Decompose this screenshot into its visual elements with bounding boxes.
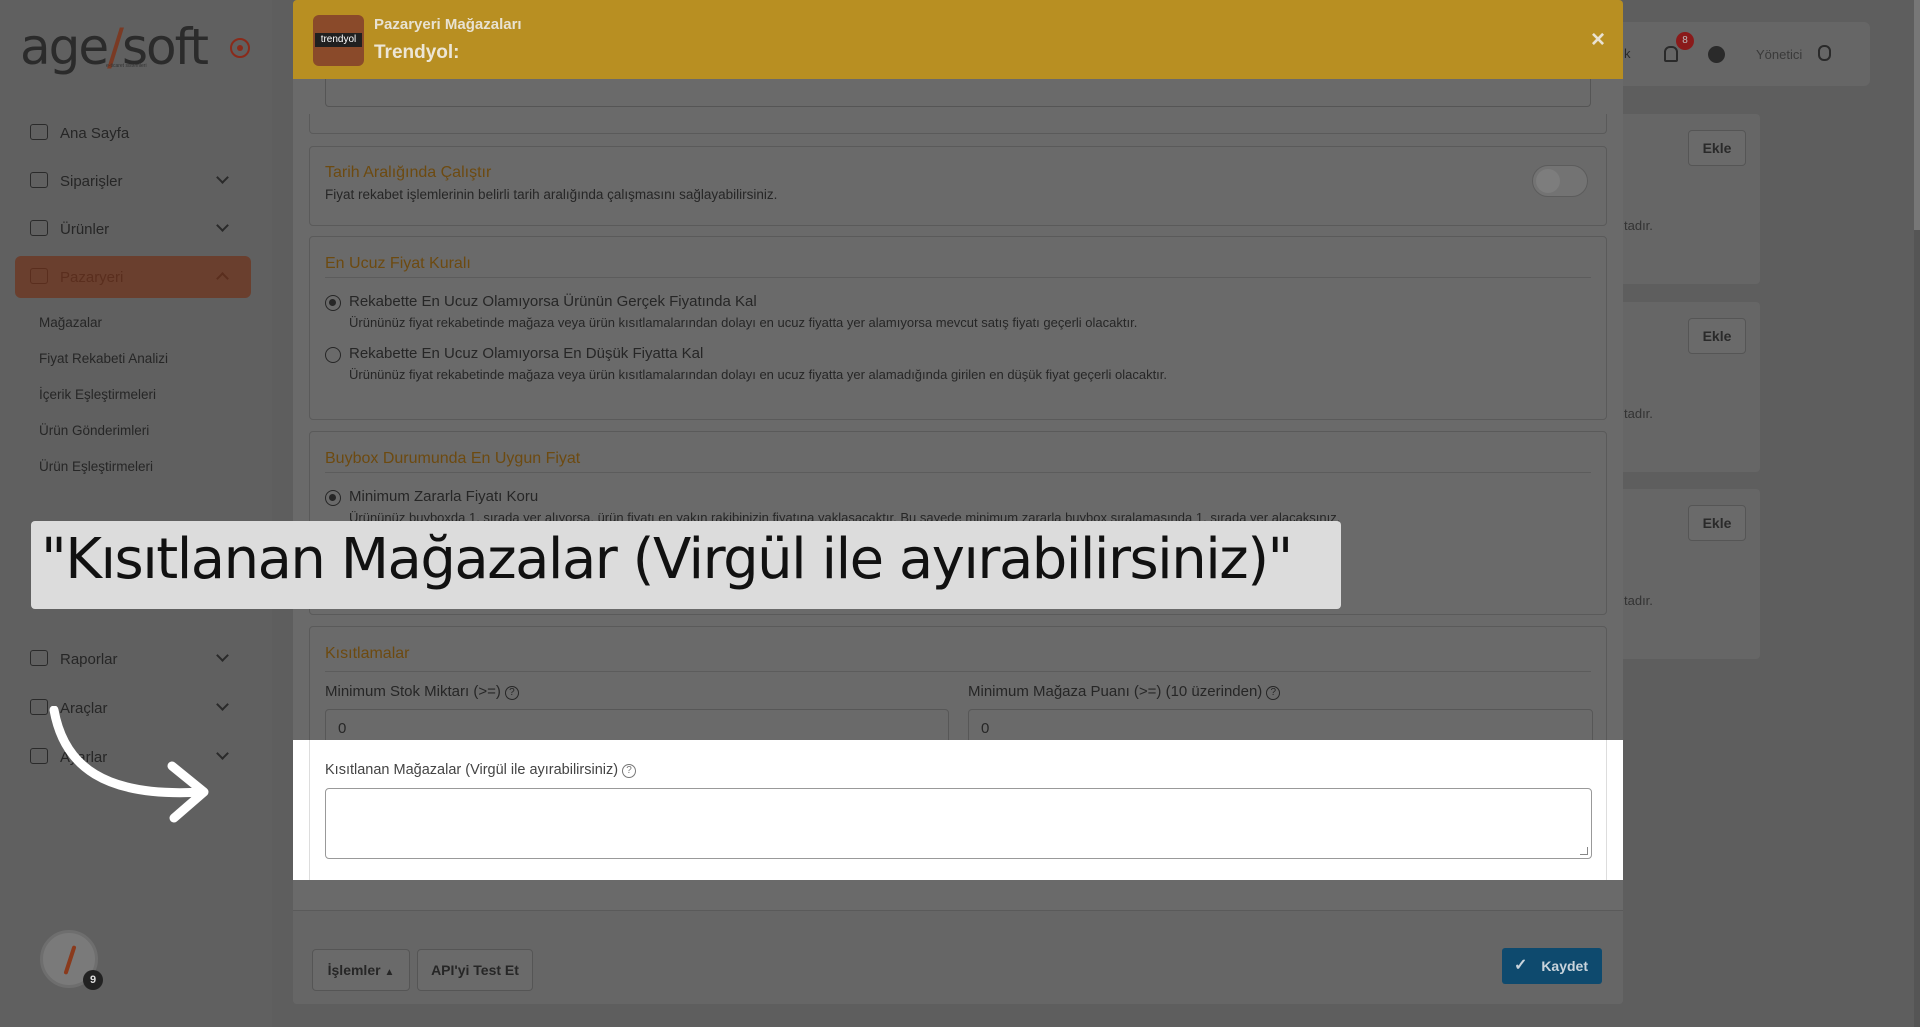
home-icon: [30, 124, 48, 140]
add-button[interactable]: Ekle: [1688, 318, 1746, 354]
previous-field[interactable]: [325, 79, 1591, 107]
section-edge: [309, 114, 1607, 134]
radio-real-price-label[interactable]: Rekabette En Ucuz Olamıyorsa Ürünün Gerç…: [349, 293, 757, 310]
restricted-stores-label: Kısıtlanan Mağazalar (Virgül ile ayırabi…: [325, 762, 637, 778]
topbar-partial-text: k: [1624, 46, 1631, 61]
add-button[interactable]: Ekle: [1688, 505, 1746, 541]
box-icon: [30, 268, 48, 284]
sidebar-toggle-icon[interactable]: [230, 38, 250, 58]
chart-icon: [30, 650, 48, 666]
sidebar-submenu: Mağazalar Fiyat Rekabeti Analizi İçerik …: [15, 304, 251, 484]
radio-real-price[interactable]: [325, 295, 341, 311]
actions-button[interactable]: İşlemler ▲: [312, 949, 410, 991]
chevron-up-icon: [216, 272, 229, 285]
chevron-down-icon: [216, 649, 229, 662]
scrollbar-thumb[interactable]: [1914, 0, 1920, 230]
divider: [1606, 740, 1607, 880]
book-icon: [30, 220, 48, 236]
user-name[interactable]: Yönetici: [1756, 47, 1802, 62]
page-scrollbar[interactable]: [1914, 0, 1920, 1027]
radio-real-price-desc: Ürününüz fiyat rekabetinde mağaza veya ü…: [349, 315, 1138, 330]
chevron-down-icon: [216, 171, 229, 184]
restricted-stores-textarea[interactable]: [325, 788, 1592, 859]
buybox-title: Buybox Durumunda En Uygun Fiyat: [325, 450, 581, 467]
divider: [325, 472, 1591, 473]
cart-icon: [30, 172, 48, 188]
sidebar-subitem-icerik[interactable]: İçerik Eşleştirmeleri: [39, 376, 251, 412]
modal-header: trendyol Pazaryeri Mağazaları Trendyol: …: [293, 0, 1623, 79]
trendyol-logo: trendyol: [313, 15, 364, 66]
info-icon[interactable]: [1708, 46, 1725, 63]
radio-min-loss-label[interactable]: Minimum Zararla Fiyatı Koru: [349, 488, 538, 505]
store-card-text: tadır.: [1624, 406, 1653, 421]
radio-min-loss[interactable]: [325, 490, 341, 506]
save-button[interactable]: Kaydet: [1502, 948, 1602, 984]
divider: [325, 671, 1591, 672]
help-icon[interactable]: ?: [1266, 686, 1281, 700]
date-range-desc: Fiyat rekabet işlemlerinin belirli tarih…: [325, 187, 778, 202]
restricted-stores-highlight: Kısıtlanan Mağazalar (Virgül ile ayırabi…: [293, 740, 1623, 880]
date-range-title: Tarih Aralığında Çalıştır: [325, 164, 492, 181]
restrictions-title: Kısıtlamalar: [325, 645, 410, 662]
sidebar-item-raporlar[interactable]: Raporlar: [15, 638, 251, 680]
radio-lowest-price-label[interactable]: Rekabette En Ucuz Olamıyorsa En Düşük Fi…: [349, 345, 703, 362]
bell-icon[interactable]: [1664, 46, 1678, 62]
sidebar-item-pazaryeri[interactable]: Pazaryeri: [15, 256, 251, 298]
assistant-avatar[interactable]: 9: [40, 930, 103, 990]
min-score-label: Minimum Mağaza Puanı (>=) (10 üzerinden)…: [968, 683, 1281, 700]
radio-lowest-price-desc: Ürününüz fiyat rekabetinde mağaza veya ü…: [349, 367, 1168, 382]
modal-footer: İşlemler ▲ API'yi Test Et Kaydet: [293, 910, 1623, 1004]
date-range-section: Tarih Aralığında Çalıştır Fiyat rekabet …: [309, 146, 1607, 226]
chevron-down-icon: [216, 219, 229, 232]
restrictions-section: Kısıtlamalar Minimum Stok Miktarı (>=)? …: [309, 626, 1607, 756]
chevron-up-icon: ▲: [384, 967, 395, 978]
sidebar: age/soft e-ticaret sistemleri Ana Sayfa …: [0, 0, 272, 1027]
avatar-count-badge: 9: [83, 970, 103, 990]
sidebar-subitem-gonderimler[interactable]: Ürün Gönderimleri: [39, 412, 251, 448]
help-icon[interactable]: ?: [622, 764, 637, 778]
close-icon[interactable]: ×: [1591, 26, 1605, 54]
sidebar-subitem-fiyat-rekabeti[interactable]: Fiyat Rekabeti Analizi: [39, 340, 251, 376]
brand-logo-subtitle: e-ticaret sistemleri: [106, 63, 147, 69]
notification-badge: 8: [1676, 32, 1694, 50]
sidebar-item-urunler[interactable]: Ürünler: [15, 208, 251, 250]
divider: [309, 740, 310, 880]
tutorial-caption: "Kısıtlanan Mağazalar (Virgül ile ayırab…: [31, 521, 1341, 609]
radio-lowest-price[interactable]: [325, 347, 341, 363]
store-card-text: tadır.: [1624, 218, 1653, 233]
divider: [325, 277, 1591, 278]
add-button[interactable]: Ekle: [1688, 130, 1746, 166]
slash-icon: [63, 945, 77, 975]
min-stock-label: Minimum Stok Miktarı (>=)?: [325, 683, 519, 700]
date-range-toggle[interactable]: [1532, 165, 1588, 197]
user-icon[interactable]: [1818, 45, 1831, 61]
sidebar-subitem-eslestirmeler[interactable]: Ürün Eşleştirmeleri: [39, 448, 251, 484]
help-icon[interactable]: ?: [504, 686, 519, 700]
sidebar-subitem-magazalar[interactable]: Mağazalar: [39, 304, 251, 340]
api-test-button[interactable]: API'yi Test Et: [417, 949, 533, 991]
sidebar-nav: Ana Sayfa Siparişler Ürünler Pazaryeri M…: [15, 112, 251, 502]
modal-title: Pazaryeri Mağazaları: [374, 16, 522, 33]
modal-subtitle: Trendyol:: [374, 42, 460, 63]
sidebar-item-siparisler[interactable]: Siparişler: [15, 160, 251, 202]
sidebar-item-ana-sayfa[interactable]: Ana Sayfa: [15, 112, 251, 154]
cheapest-rule-section: En Ucuz Fiyat Kuralı Rekabette En Ucuz O…: [309, 236, 1607, 420]
cheapest-rule-title: En Ucuz Fiyat Kuralı: [325, 255, 471, 272]
store-card-text: tadır.: [1624, 593, 1653, 608]
tutorial-arrow-icon: [49, 706, 209, 823]
resize-handle-icon[interactable]: [1580, 847, 1588, 855]
